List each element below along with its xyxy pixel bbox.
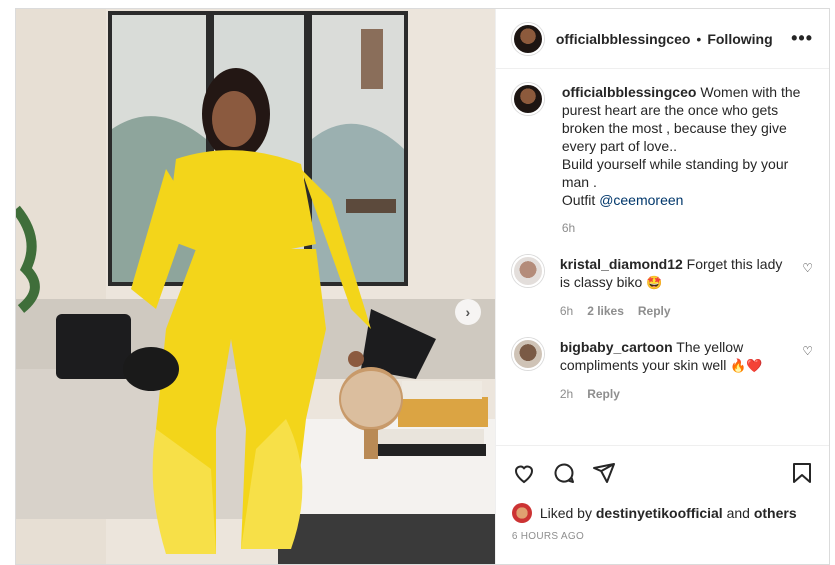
- comment-emoji: 🤩: [646, 275, 663, 290]
- caption-text-2: Build yourself while standing by your ma…: [561, 156, 789, 190]
- post-actions: [495, 445, 829, 499]
- comments-section[interactable]: officialbblessingceo Women with the pure…: [496, 69, 829, 445]
- share-send-icon[interactable]: [592, 461, 616, 485]
- comment-time: 6h: [559, 304, 574, 318]
- caption-mention[interactable]: @ceemoreen: [599, 192, 683, 208]
- post-image[interactable]: ›: [16, 9, 495, 564]
- liked-by-row: Liked by destinyetikoofficial and others: [496, 499, 829, 527]
- liked-by-prefix: Liked by: [539, 505, 592, 521]
- comment-time: 2h: [559, 387, 574, 401]
- post-sidebar: officialbblessingceo • Following ••• off…: [494, 9, 829, 564]
- author-username[interactable]: officialbblessingceo: [556, 31, 691, 47]
- following-button[interactable]: Following: [707, 31, 772, 47]
- comment-emoji: 🔥❤️: [730, 358, 763, 373]
- liked-by-others[interactable]: others: [754, 505, 797, 521]
- liked-by-and: and: [726, 505, 750, 521]
- like-heart-icon[interactable]: [512, 461, 536, 485]
- post-photo: [16, 9, 495, 564]
- like-comment-heart-icon[interactable]: ♡: [802, 344, 813, 403]
- more-options-icon[interactable]: •••: [791, 28, 813, 49]
- caption: officialbblessingceo Women with the pure…: [511, 83, 813, 237]
- commenter-avatar[interactable]: [511, 338, 544, 370]
- comment-item: kristal_diamond12 Forget this lady is cl…: [511, 255, 813, 320]
- comment-username[interactable]: bigbaby_cartoon: [560, 339, 673, 355]
- commenter-avatar[interactable]: [511, 255, 544, 287]
- liked-by-user[interactable]: destinyetikoofficial: [596, 505, 723, 521]
- comment-likes-link[interactable]: 2 likes: [587, 302, 624, 320]
- author-avatar[interactable]: [511, 22, 544, 55]
- post-timestamp: 6 HOURS AGO: [511, 531, 585, 542]
- like-comment-heart-icon[interactable]: ♡: [802, 261, 813, 320]
- comment-item: bigbaby_cartoon The yellow compliments y…: [511, 338, 813, 403]
- reply-button[interactable]: Reply: [638, 302, 671, 320]
- post-header: officialbblessingceo • Following •••: [495, 9, 829, 69]
- liker-avatar[interactable]: [511, 503, 532, 523]
- caption-time: 6h: [561, 221, 576, 235]
- caption-avatar[interactable]: [511, 83, 544, 115]
- next-image-button[interactable]: ›: [454, 299, 481, 325]
- caption-text-3: Outfit: [561, 192, 596, 208]
- caption-username[interactable]: officialbblessingceo: [562, 84, 697, 100]
- separator-dot: •: [696, 30, 702, 47]
- save-bookmark-icon[interactable]: [791, 461, 813, 485]
- comment-username[interactable]: kristal_diamond12: [560, 256, 683, 272]
- comment-bubble-icon[interactable]: [552, 461, 576, 485]
- post-frame: › officialbblessingceo • Following ••• o…: [15, 8, 830, 565]
- reply-button[interactable]: Reply: [587, 385, 620, 403]
